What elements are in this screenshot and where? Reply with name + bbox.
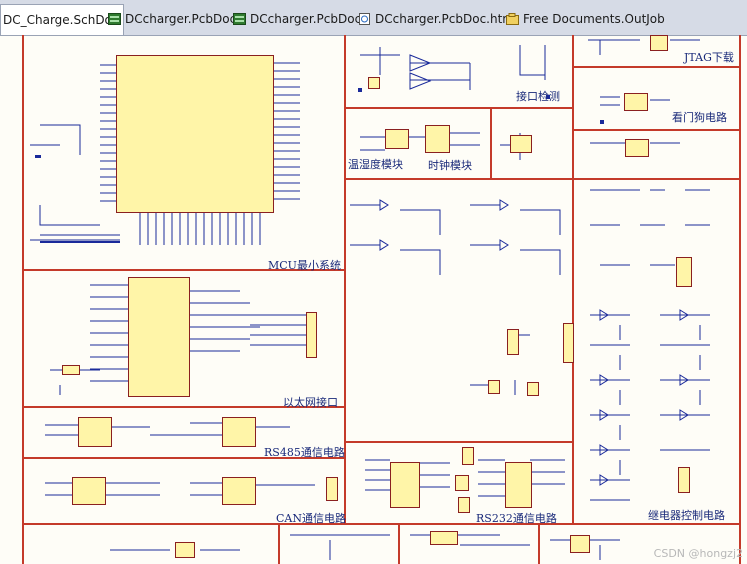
tab-dc-charge-schdoc[interactable]: DC_Charge.SchDoc xyxy=(0,4,124,35)
label-watchdog: 看门狗电路 xyxy=(672,111,727,124)
port-detect-ic[interactable] xyxy=(368,77,380,89)
jtag-connector[interactable] xyxy=(650,35,668,51)
watchdog-chip[interactable] xyxy=(624,93,648,111)
rs232-connector-2[interactable] xyxy=(455,475,469,491)
label-rs232: RS232通信电路 xyxy=(476,512,557,525)
tab-dccharger-pcbdoc-htm[interactable]: DCcharger.PcbDoc.htm xyxy=(358,6,514,32)
schematic-sheet[interactable]: JTAG下载 接口检测 看门狗电路 温湿度模块 时钟模块 MCU最小系统 以太网… xyxy=(0,35,747,564)
ethernet-connector[interactable] xyxy=(306,312,317,358)
right-mid-chip[interactable] xyxy=(625,139,649,157)
tab-label: Free Documents.OutJob xyxy=(523,12,665,26)
can-connector[interactable] xyxy=(326,477,338,501)
document-tab-bar: DC_Charge.SchDoc DCcharger.PcbDoc DCchar… xyxy=(0,0,747,36)
rs232-connector-3[interactable] xyxy=(458,497,470,513)
bottom-chip-1[interactable] xyxy=(175,542,195,558)
temp-humidity-sensor[interactable] xyxy=(385,129,409,149)
label-relay: 继电器控制电路 xyxy=(648,509,725,522)
rtc-chip[interactable] xyxy=(425,125,450,153)
tab-label: DCcharger.PcbDoc xyxy=(250,12,362,26)
bottom-chip-2[interactable] xyxy=(430,531,458,545)
label-rs485: RS485通信电路 xyxy=(264,446,345,459)
label-temp-humidity: 温湿度模块 xyxy=(348,158,403,171)
rs232-connector-1[interactable] xyxy=(462,447,474,465)
can-transceiver-1[interactable] xyxy=(72,477,106,505)
ethernet-phy-chip[interactable] xyxy=(128,277,190,397)
tab-free-documents-outjob[interactable]: Free Documents.OutJob xyxy=(506,6,665,32)
label-ethernet: 以太网接口 xyxy=(283,396,338,409)
label-mcu: MCU最小系统 xyxy=(268,259,341,272)
relay-connector-2[interactable] xyxy=(678,467,690,493)
tab-label: DCcharger.PcbDoc xyxy=(125,12,237,26)
bottom-chip-3[interactable] xyxy=(570,535,590,553)
label-jtag: JTAG下载 xyxy=(684,51,734,64)
outjob-doc-icon xyxy=(506,13,519,25)
rs232-transceiver-1[interactable] xyxy=(390,462,420,508)
aux-connector-3[interactable] xyxy=(488,380,500,394)
label-clock: 时钟模块 xyxy=(428,159,472,172)
label-can: CAN通信电路 xyxy=(276,512,346,525)
can-transceiver-2[interactable] xyxy=(222,477,256,505)
clock-battery[interactable] xyxy=(510,135,532,153)
pcb-doc-icon xyxy=(108,13,121,25)
tab-dccharger-pcbdoc-2[interactable]: DCcharger.PcbDoc xyxy=(233,6,361,32)
aux-connector-1[interactable] xyxy=(507,329,519,355)
mcu-chip[interactable] xyxy=(116,55,274,213)
relay-connector-1[interactable] xyxy=(676,257,692,287)
aux-connector-2[interactable] xyxy=(563,323,574,363)
watermark: CSDN @hongzj2 xyxy=(653,547,743,560)
tab-dccharger-pcbdoc-1[interactable]: DCcharger.PcbDoc xyxy=(108,6,236,32)
label-port-detect: 接口检测 xyxy=(516,90,560,103)
rs485-transceiver-2[interactable] xyxy=(222,417,256,447)
tab-label: DCcharger.PcbDoc.htm xyxy=(375,12,514,26)
html-doc-icon xyxy=(358,13,371,25)
ethernet-resistor[interactable] xyxy=(62,365,80,375)
schematic-wiring xyxy=(30,39,710,560)
rs485-transceiver-1[interactable] xyxy=(78,417,112,447)
tab-label: DC_Charge.SchDoc xyxy=(3,13,119,27)
rs232-transceiver-2[interactable] xyxy=(505,462,532,508)
pcb-doc-icon xyxy=(233,13,246,25)
aux-connector-4[interactable] xyxy=(527,382,539,396)
